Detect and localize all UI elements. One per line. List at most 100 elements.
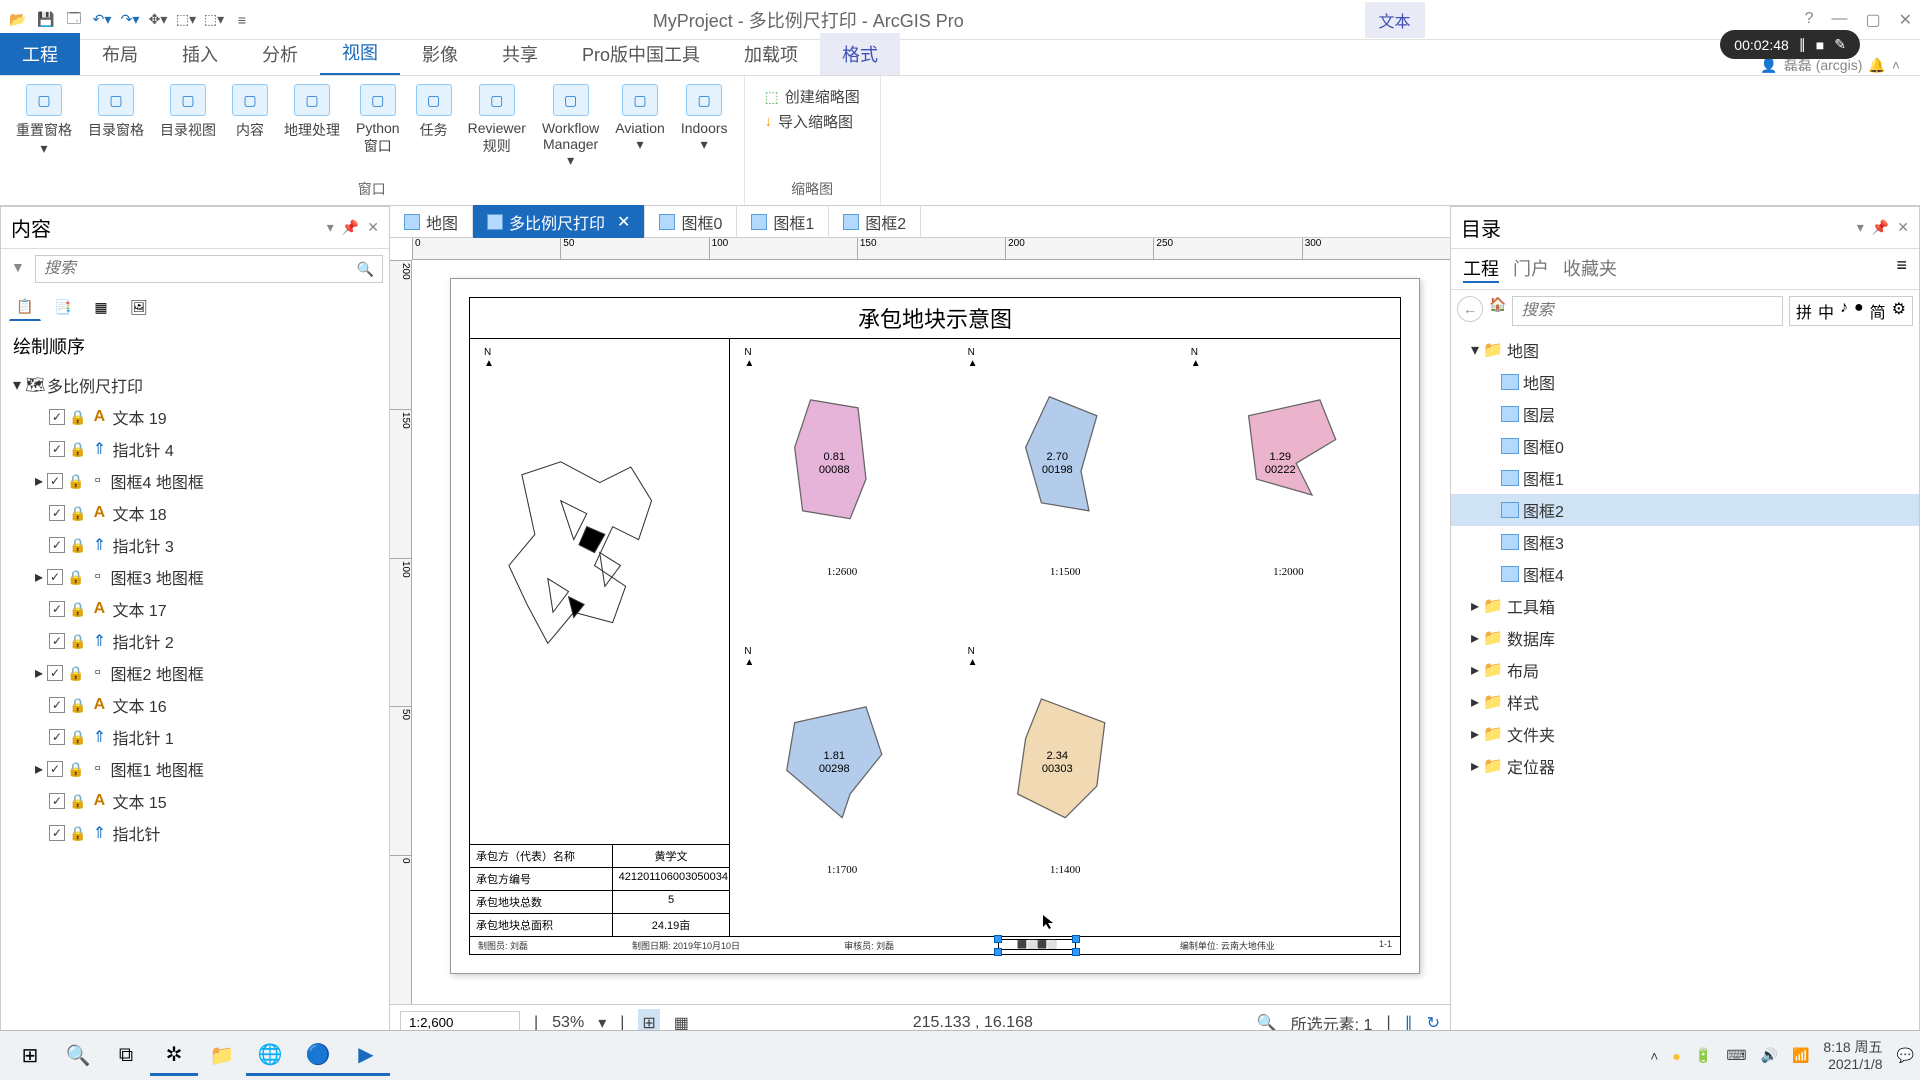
ribbon-button[interactable]: ▢地理处理: [278, 82, 346, 171]
toc-item[interactable]: ▸✓🔒▫图框4 地图框: [1, 465, 389, 497]
catalog-item[interactable]: 图框4: [1451, 558, 1919, 590]
close-icon[interactable]: ✕: [1899, 10, 1912, 30]
tab-insert[interactable]: 插入: [160, 33, 240, 75]
catalog-item[interactable]: 图框0: [1451, 430, 1919, 462]
toc-item[interactable]: ▸✓🔒▫图框1 地图框: [1, 753, 389, 785]
checkbox[interactable]: ✓: [49, 441, 65, 457]
checkbox[interactable]: ✓: [49, 505, 65, 521]
catalog-folder[interactable]: ▸📁文件夹: [1451, 718, 1919, 750]
ime-button[interactable]: 中: [1818, 299, 1834, 323]
stop-icon[interactable]: ■: [1816, 37, 1824, 53]
import-thumbnail-button[interactable]: ↓导入缩略图: [765, 111, 860, 132]
ribbon-button[interactable]: ▢Aviation▾: [609, 82, 671, 171]
ribbon-button[interactable]: ▢目录视图: [154, 82, 222, 171]
map-frame[interactable]: N 0.8100088 1:2600: [730, 339, 953, 638]
tab-project[interactable]: 工程: [0, 33, 80, 75]
layout-page[interactable]: 承包地块示意图 N: [450, 278, 1420, 974]
checkbox[interactable]: ✓: [47, 665, 63, 681]
toc-item[interactable]: ✓🔒⇑指北针 3: [1, 529, 389, 561]
map-frame[interactable]: N 1.8100298 1:1700: [730, 638, 953, 937]
dropdown-icon[interactable]: ▾: [1857, 219, 1864, 236]
ime-button[interactable]: ♪: [1840, 299, 1848, 323]
catalog-item[interactable]: 图层: [1451, 398, 1919, 430]
open-icon[interactable]: 📂: [8, 10, 28, 30]
view-tab[interactable]: 图框1: [737, 205, 829, 239]
tray-volume-icon[interactable]: 🔊: [1761, 1047, 1778, 1064]
ime-button[interactable]: 拼: [1796, 299, 1812, 323]
catalog-tab-portal[interactable]: 门户: [1513, 255, 1549, 283]
checkbox[interactable]: ✓: [49, 697, 65, 713]
tray-ime-icon[interactable]: ⌨: [1726, 1047, 1746, 1064]
explore-icon[interactable]: ✥▾: [148, 10, 168, 30]
tray-wifi-icon[interactable]: 📶: [1792, 1047, 1809, 1064]
undo-icon[interactable]: ↶▾: [92, 10, 112, 30]
checkbox[interactable]: ✓: [49, 409, 65, 425]
menu-icon[interactable]: ≡: [1896, 255, 1907, 283]
more-icon[interactable]: ⬚▾: [204, 10, 224, 30]
ribbon-button[interactable]: ▢目录窗格: [82, 82, 150, 171]
ribbon-button[interactable]: ▢WorkflowManager▾: [536, 82, 605, 171]
tab-view[interactable]: 视图: [320, 31, 400, 75]
ime-button[interactable]: 简: [1870, 299, 1886, 323]
catalog-item[interactable]: 图框3: [1451, 526, 1919, 558]
map-frame[interactable]: N 1.2900222 1:2000: [1177, 339, 1400, 638]
notifications-icon[interactable]: 💬: [1897, 1047, 1914, 1064]
toc-item[interactable]: ▸✓🔒▫图框3 地图框: [1, 561, 389, 593]
tab-share[interactable]: 共享: [480, 33, 560, 75]
redo-icon[interactable]: ↷▾: [120, 10, 140, 30]
pin-icon[interactable]: 📌: [342, 219, 359, 236]
toc-item[interactable]: ✓🔒⇑指北针 1: [1, 721, 389, 753]
zoom-value[interactable]: 53%: [552, 1014, 584, 1032]
tab-layout[interactable]: 布局: [80, 33, 160, 75]
tool-icon[interactable]: ⬚▾: [176, 10, 196, 30]
minimize-icon[interactable]: —: [1831, 10, 1847, 30]
view-tab[interactable]: 图框0: [645, 205, 737, 239]
catalog-tab-favorites[interactable]: 收藏夹: [1563, 255, 1617, 283]
ribbon-button[interactable]: ▢Reviewer规则: [462, 82, 532, 171]
tree-root[interactable]: ▾ 🗺 多比例尺打印: [1, 369, 389, 401]
catalog-tab-project[interactable]: 工程: [1463, 255, 1499, 283]
catalog-item[interactable]: 地图: [1451, 366, 1919, 398]
clock[interactable]: 8:18 周五 2021/1/8: [1823, 1039, 1882, 1073]
search-button[interactable]: 🔍: [54, 1036, 102, 1076]
tab-analysis[interactable]: 分析: [240, 33, 320, 75]
ime-button[interactable]: ⚙: [1892, 299, 1906, 323]
toc-tab-element[interactable]: 🖼: [123, 293, 155, 321]
app-obs[interactable]: ✲: [150, 1036, 198, 1076]
app-explorer[interactable]: 📁: [198, 1036, 246, 1076]
pause-icon[interactable]: ∥: [1799, 36, 1806, 53]
dropdown-icon[interactable]: ▾: [327, 219, 334, 236]
toc-tab-drawing-order[interactable]: 📋: [9, 293, 41, 321]
toc-item[interactable]: ✓🔒⇑指北针: [1, 817, 389, 849]
checkbox[interactable]: ✓: [47, 473, 63, 489]
map-frame[interactable]: N 2.7000198 1:1500: [954, 339, 1177, 638]
toc-item[interactable]: ✓🔒A文本 18: [1, 497, 389, 529]
catalog-folder[interactable]: ▸📁工具箱: [1451, 590, 1919, 622]
layout-canvas[interactable]: 050100150200250300 200150100500 承包地块示意图 …: [390, 238, 1450, 1004]
help-icon[interactable]: ?: [1805, 10, 1814, 30]
tray-battery-icon[interactable]: 🔋: [1695, 1047, 1712, 1064]
view-tab[interactable]: 图框2: [829, 205, 921, 239]
search-icon[interactable]: 🔍: [357, 261, 374, 278]
maximize-icon[interactable]: ▢: [1865, 10, 1880, 30]
ribbon-button[interactable]: ▢Python窗口: [350, 82, 406, 171]
customize-icon[interactable]: ≡: [232, 10, 252, 30]
ime-toolbar[interactable]: 拼中♪●简⚙: [1789, 296, 1913, 326]
checkbox[interactable]: ✓: [49, 793, 65, 809]
catalog-folder[interactable]: ▸📁样式: [1451, 686, 1919, 718]
close-tab-icon[interactable]: ✕: [617, 212, 630, 232]
screen-recorder[interactable]: 00:02:48 ∥ ■ ✎: [1720, 30, 1860, 59]
ribbon-button[interactable]: ▢内容: [226, 82, 274, 171]
pin-icon[interactable]: 📌: [1872, 219, 1889, 236]
checkbox[interactable]: ✓: [49, 729, 65, 745]
toc-item[interactable]: ✓🔒A文本 16: [1, 689, 389, 721]
toc-item[interactable]: ✓🔒A文本 15: [1, 785, 389, 817]
ribbon-button[interactable]: ▢重置窗格▾: [10, 82, 78, 171]
ime-button[interactable]: ●: [1854, 299, 1864, 323]
close-pane-icon[interactable]: ✕: [367, 219, 379, 236]
overview-map-frame[interactable]: N: [470, 339, 729, 844]
map-frame[interactable]: N 2.3400303 1:1400: [954, 638, 1177, 937]
app-arcgis[interactable]: 🔵: [294, 1036, 342, 1076]
collapse-ribbon-icon[interactable]: ˄: [1892, 57, 1900, 73]
view-tab[interactable]: 多比例尺打印✕: [473, 205, 645, 239]
